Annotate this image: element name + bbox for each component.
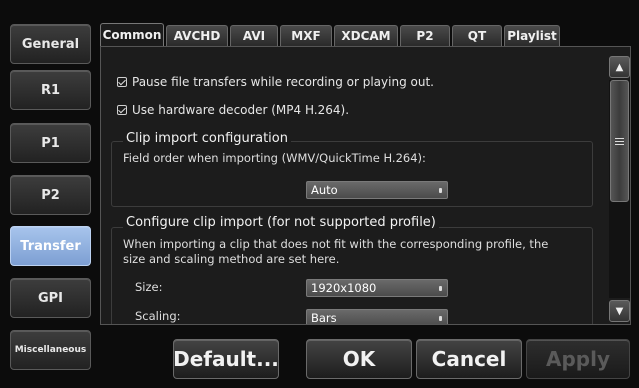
scaling-select[interactable]: Bars: [306, 309, 448, 325]
sidebar-item-r1[interactable]: R1: [10, 70, 91, 110]
unsupported-description: When importing a clip that does not fit …: [123, 237, 549, 266]
sidebar-item-general[interactable]: General: [10, 24, 91, 64]
scaling-label: Scaling:: [135, 309, 181, 323]
arrow-up-icon: ▲: [615, 61, 624, 73]
default-button[interactable]: Default...: [173, 339, 279, 379]
tab-xdcam[interactable]: XDCAM: [334, 25, 398, 46]
settings-panel: Pause file transfers while recording or …: [100, 46, 631, 325]
field-order-select[interactable]: Auto: [306, 181, 448, 199]
tab-mxf[interactable]: MXF: [280, 25, 332, 46]
arrow-down-icon: ▼: [615, 305, 624, 317]
tab-common[interactable]: Common: [100, 23, 164, 46]
ok-button[interactable]: OK: [306, 339, 412, 379]
tab-p2[interactable]: P2: [400, 25, 450, 46]
tab-bar: Common AVCHD AVI MXF XDCAM P2 QT Playlis…: [100, 23, 562, 46]
scaling-value: Bars: [311, 311, 337, 325]
chevron-down-icon: [439, 316, 442, 321]
vertical-scrollbar[interactable]: ▲ ▼: [609, 56, 630, 322]
cancel-button[interactable]: Cancel: [416, 339, 522, 379]
sidebar-item-miscellaneous[interactable]: Miscellaneous: [10, 330, 91, 370]
hw-decoder-option[interactable]: Use hardware decoder (MP4 H.264).: [117, 103, 349, 117]
tab-qt[interactable]: QT: [452, 25, 502, 46]
scroll-up-button[interactable]: ▲: [609, 56, 630, 78]
tab-avi[interactable]: AVI: [230, 25, 278, 46]
size-select[interactable]: 1920x1080: [306, 279, 448, 297]
field-order-value: Auto: [311, 183, 338, 197]
unsupported-title: Configure clip import (for not supported…: [123, 215, 439, 230]
tab-avchd[interactable]: AVCHD: [166, 25, 228, 46]
pause-transfers-checkbox[interactable]: [117, 77, 127, 87]
sidebar-item-p1[interactable]: P1: [10, 123, 91, 163]
size-label: Size:: [135, 280, 163, 294]
field-order-label: Field order when importing (WMV/QuickTim…: [123, 151, 426, 165]
sidebar-item-p2[interactable]: P2: [10, 175, 91, 215]
scroll-down-button[interactable]: ▼: [609, 300, 630, 322]
sidebar-item-transfer[interactable]: Transfer: [10, 226, 91, 266]
tab-playlist[interactable]: Playlist: [504, 25, 560, 46]
grip-icon: [615, 137, 624, 145]
size-value: 1920x1080: [311, 281, 377, 295]
scroll-thumb[interactable]: [610, 80, 629, 202]
pause-transfers-label: Pause file transfers while recording or …: [132, 75, 434, 89]
hw-decoder-label: Use hardware decoder (MP4 H.264).: [132, 103, 350, 117]
apply-button[interactable]: Apply: [526, 339, 630, 379]
pause-transfers-option[interactable]: Pause file transfers while recording or …: [117, 75, 434, 89]
hw-decoder-checkbox[interactable]: [117, 105, 127, 115]
clip-import-title: Clip import configuration: [123, 131, 291, 146]
chevron-down-icon: [439, 188, 442, 193]
sidebar-item-gpi[interactable]: GPI: [10, 278, 91, 318]
chevron-down-icon: [439, 286, 442, 291]
